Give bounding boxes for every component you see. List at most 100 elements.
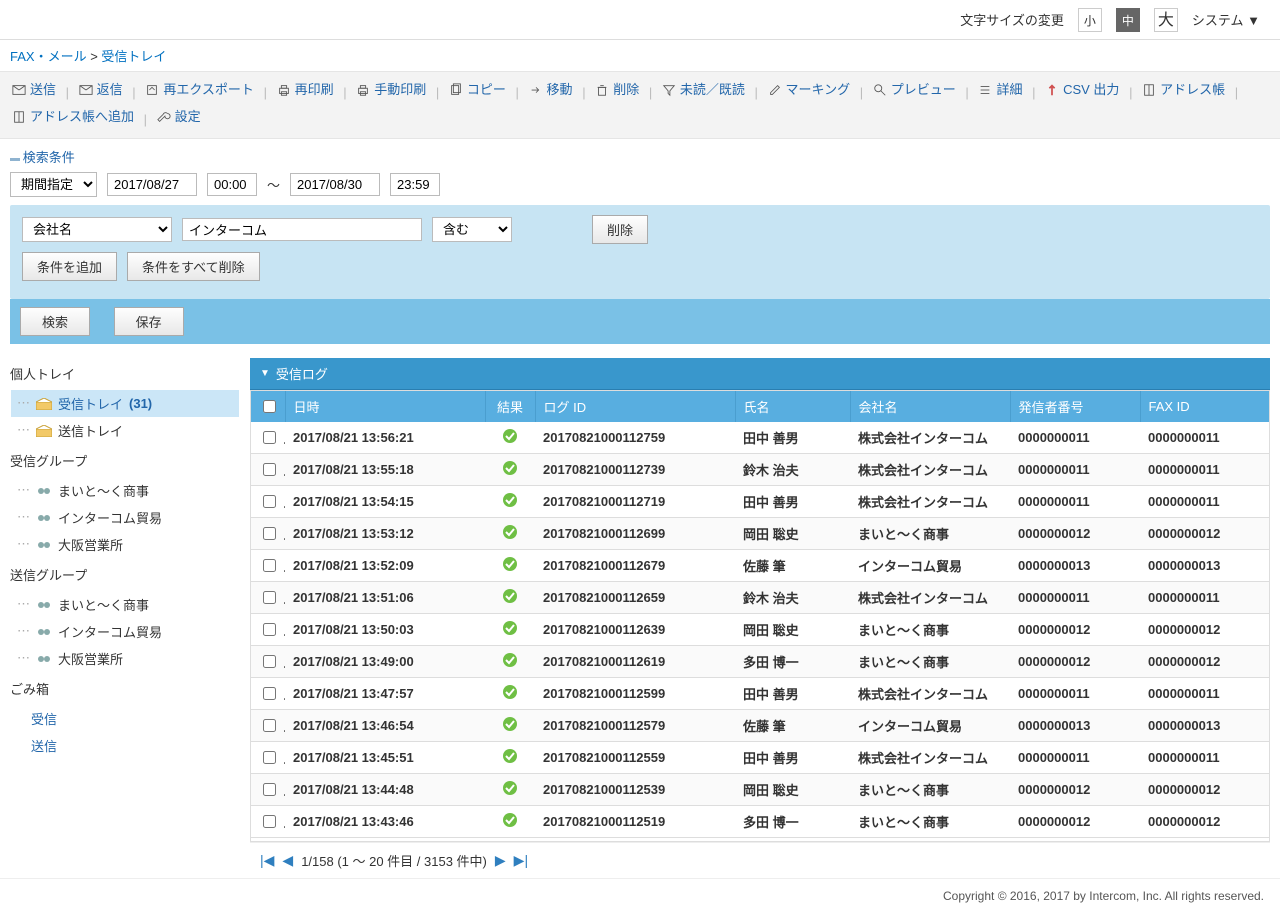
manualprint-button[interactable]: 手動印刷 — [356, 78, 426, 102]
row-logid: 20170821000112719 — [535, 486, 735, 518]
row-checkbox[interactable] — [251, 614, 285, 646]
font-size-medium-button[interactable]: 中 — [1116, 8, 1140, 32]
send-button[interactable]: 送信 — [12, 78, 56, 102]
row-caller: 0000000011 — [1010, 454, 1140, 486]
reply-button[interactable]: 返信 — [79, 78, 123, 102]
row-checkbox[interactable] — [251, 550, 285, 582]
breadcrumb-root[interactable]: FAX・メール — [10, 49, 87, 64]
readunread-button[interactable]: 未読／既読 — [662, 78, 745, 102]
add-addressbook-button[interactable]: アドレス帳へ追加 — [12, 105, 134, 129]
delete-condition-button[interactable]: 削除 — [592, 215, 648, 244]
table-row[interactable]: 2017/08/21 13:43:4620170821000112519多田 博… — [251, 806, 1270, 838]
sidebar-item-send-grp1[interactable]: ⋯まいと～く商事 — [11, 591, 239, 618]
row-result — [485, 710, 535, 742]
system-menu[interactable]: システム ▼ — [1192, 10, 1260, 29]
table-row[interactable]: 2017/08/21 13:53:1220170821000112699岡田 聡… — [251, 518, 1270, 550]
row-company: 株式会社インターコム — [850, 486, 1010, 518]
sidebar-item-recv-grp2[interactable]: ⋯インターコム貿易 — [11, 504, 239, 531]
row-checkbox[interactable] — [251, 454, 285, 486]
table-row[interactable]: 2017/08/21 13:45:5120170821000112559田中 善… — [251, 742, 1270, 774]
col-faxid[interactable]: FAX ID — [1140, 391, 1270, 422]
col-datetime[interactable]: 日時 — [285, 391, 485, 422]
row-checkbox[interactable] — [251, 678, 285, 710]
row-result — [485, 806, 535, 838]
delete-button[interactable]: 削除 — [595, 78, 639, 102]
table-row[interactable]: 2017/08/21 13:51:0620170821000112659鈴木 治… — [251, 582, 1270, 614]
table-row[interactable]: 2017/08/21 13:44:4820170821000112539岡田 聡… — [251, 774, 1270, 806]
field-select[interactable]: 会社名 — [22, 217, 172, 242]
breadcrumb-current[interactable]: 受信トレイ — [101, 49, 166, 64]
row-checkbox[interactable] — [251, 646, 285, 678]
search-button[interactable]: 検索 — [20, 307, 90, 336]
pager-last-button[interactable]: ▶| — [514, 852, 528, 869]
table-header-row: 日時 結果 ログ ID 氏名 会社名 発信者番号 FAX ID — [251, 391, 1270, 422]
sidebar-item-recv-grp3[interactable]: ⋯大阪営業所 — [11, 531, 239, 558]
add-condition-button[interactable]: 条件を追加 — [22, 252, 117, 281]
pager-first-button[interactable]: |◀ — [260, 852, 274, 869]
row-logid: 20170821000112759 — [535, 422, 735, 454]
value-input[interactable] — [182, 218, 422, 241]
pager-prev-button[interactable]: ◀ — [282, 852, 293, 869]
table-row[interactable]: 2017/08/21 13:47:5720170821000112599田中 善… — [251, 678, 1270, 710]
col-company[interactable]: 会社名 — [850, 391, 1010, 422]
table-row[interactable]: 2017/08/21 13:46:5420170821000112579佐藤 筆… — [251, 710, 1270, 742]
font-size-small-button[interactable]: 小 — [1078, 8, 1102, 32]
table-row[interactable]: 2017/08/21 13:55:1820170821000112739鈴木 治… — [251, 454, 1270, 486]
row-checkbox[interactable] — [251, 774, 285, 806]
col-logid[interactable]: ログ ID — [535, 391, 735, 422]
save-button[interactable]: 保存 — [114, 307, 184, 336]
row-company: 株式会社インターコム — [850, 422, 1010, 454]
row-name: 佐藤 筆 — [735, 710, 850, 742]
row-logid: 20170821000112699 — [535, 518, 735, 550]
sidebar-item-send-grp3[interactable]: ⋯大阪営業所 — [11, 645, 239, 672]
period-select[interactable]: 期間指定 — [10, 172, 97, 197]
reexport-button[interactable]: 再エクスポート — [145, 78, 254, 102]
sidebar-item-trash-in[interactable]: 受信 — [11, 705, 239, 732]
row-checkbox[interactable] — [251, 486, 285, 518]
date-to-input[interactable] — [290, 173, 380, 196]
sidebar-item-trash-out[interactable]: 送信 — [11, 732, 239, 759]
row-checkbox[interactable] — [251, 742, 285, 774]
time-to-input[interactable] — [390, 173, 440, 196]
sidebar-item-outbox[interactable]: ⋯ 送信トレイ — [11, 417, 239, 444]
move-button[interactable]: 移動 — [529, 78, 573, 102]
col-name[interactable]: 氏名 — [735, 391, 850, 422]
row-company: まいと～く商事 — [850, 806, 1010, 838]
copy-button[interactable]: コピー — [449, 78, 506, 102]
sidebar-item-recv-grp1[interactable]: ⋯まいと～く商事 — [11, 477, 239, 504]
row-faxid: 0000000012 — [1140, 806, 1270, 838]
table-row[interactable]: 2017/08/21 13:56:2120170821000112759田中 善… — [251, 422, 1270, 454]
row-logid: 20170821000112619 — [535, 646, 735, 678]
col-caller[interactable]: 発信者番号 — [1010, 391, 1140, 422]
clear-conditions-button[interactable]: 条件をすべて削除 — [127, 252, 260, 281]
row-checkbox[interactable] — [251, 806, 285, 838]
table-row[interactable]: 2017/08/21 13:50:0320170821000112639岡田 聡… — [251, 614, 1270, 646]
sidebar-item-send-grp2[interactable]: ⋯インターコム貿易 — [11, 618, 239, 645]
row-checkbox[interactable] — [251, 582, 285, 614]
time-from-input[interactable] — [207, 173, 257, 196]
inbox-icon — [36, 398, 52, 410]
detail-button[interactable]: 詳細 — [978, 78, 1022, 102]
table-row[interactable]: 2017/08/21 13:52:0920170821000112679佐藤 筆… — [251, 550, 1270, 582]
table-row[interactable]: 2017/08/21 13:54:1520170821000112719田中 善… — [251, 486, 1270, 518]
csv-button[interactable]: CSV 出力 — [1045, 78, 1119, 102]
row-datetime: 2017/08/21 13:50:03 — [285, 614, 485, 646]
col-result[interactable]: 結果 — [485, 391, 535, 422]
sidebar-item-inbox[interactable]: ⋯ 受信トレイ (31) — [11, 390, 239, 417]
settings-button[interactable]: 設定 — [157, 105, 201, 129]
reprint-button[interactable]: 再印刷 — [277, 78, 334, 102]
row-checkbox[interactable] — [251, 710, 285, 742]
match-select[interactable]: 含む — [432, 217, 512, 242]
row-company: まいと～く商事 — [850, 646, 1010, 678]
row-checkbox[interactable] — [251, 422, 285, 454]
col-checkbox[interactable] — [251, 391, 285, 422]
font-size-large-button[interactable]: 大 — [1154, 8, 1178, 32]
table-scroll[interactable]: 日時 結果 ログ ID 氏名 会社名 発信者番号 FAX ID 2017/08/… — [250, 390, 1270, 842]
table-row[interactable]: 2017/08/21 13:49:0020170821000112619多田 博… — [251, 646, 1270, 678]
preview-button[interactable]: プレビュー — [873, 78, 956, 102]
pager-next-button[interactable]: ▶ — [495, 852, 506, 869]
addressbook-button[interactable]: アドレス帳 — [1142, 78, 1225, 102]
marking-button[interactable]: マーキング — [768, 78, 851, 102]
row-checkbox[interactable] — [251, 518, 285, 550]
date-from-input[interactable] — [107, 173, 197, 196]
